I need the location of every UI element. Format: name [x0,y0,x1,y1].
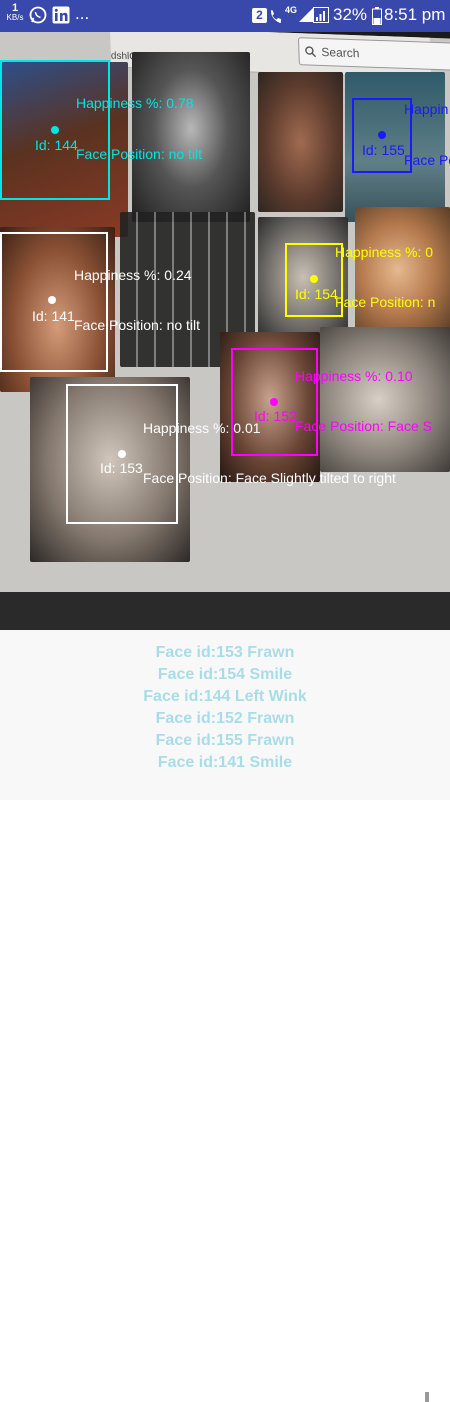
whatsapp-icon [29,6,47,29]
network-type: 4G [285,5,298,15]
search-icon [305,46,317,58]
camera-preview: dshlOu-BNadr Search Happiness %: 0.78 Id… [0,32,450,630]
scroll-indicator[interactable] [425,1392,429,1402]
expression-results: Face id:153 Frawn Face id:154 Smile Face… [0,630,450,1402]
face-position-label: Face Position: no tilt [76,146,203,162]
signal-strength-icon [298,7,314,28]
phone-signal-icon [270,8,284,29]
face-center-dot [310,275,318,283]
face-position-label: Face Position: Face Slightly tilted to r… [143,470,396,486]
face-happiness-label: Happiness %: 0.24 [74,267,192,283]
face-center-dot [378,131,386,139]
battery-percent: 32% [333,5,368,24]
face-position-label: Face Position: n [335,294,436,310]
face-happiness-label: Happin [404,101,449,117]
face-id-label: Id: 154 [295,286,338,302]
battery-icon [372,7,382,30]
face-id-label: Id: 144 [35,137,78,153]
face-photo [320,327,450,472]
sim-badge: 2 [252,8,267,23]
face-center-dot [118,450,126,458]
clock: 8:51 pm [384,5,446,24]
signal-strength-icon-2 [313,7,329,28]
face-position-label: Face Position: Face S [295,418,432,434]
more-notifications: ... [75,4,90,23]
face-id-label: Id: 153 [100,460,143,476]
face-position-label: Face Position: no tilt [74,317,201,333]
face-position-label: Face Po [404,152,450,168]
result-line: Face id:141 Smile [157,754,293,771]
face-center-dot [48,296,56,304]
browser-search-box: Search [297,37,450,71]
face-happiness-label: Happiness %: 0 [335,244,434,260]
face-id-label: Id: 155 [362,142,405,158]
face-happiness-label: Happiness %: 0.10 [295,368,413,384]
result-line: Face id:155 Frawn [155,732,295,749]
net-speed: 1 KB/s [6,2,24,23]
result-line: Face id:153 Frawn [155,644,295,661]
face-photo [132,52,250,222]
face-happiness-label: Happiness %: 0.01 [143,420,261,436]
laptop-taskbar [0,592,450,630]
face-happiness-label: Happiness %: 0.78 [76,95,194,111]
result-line: Face id:154 Smile [157,666,293,683]
face-id-label: Id: 141 [32,308,75,324]
linkedin-icon [52,6,70,29]
result-line: Face id:144 Left Wink [143,688,307,705]
face-photo [258,72,343,212]
face-center-dot [270,398,278,406]
status-bar: 1 KB/s ... 2 4G 32% 8:51 pm [0,0,450,32]
face-photo [355,207,450,332]
face-center-dot [51,126,59,134]
result-line: Face id:152 Frawn [155,710,295,727]
